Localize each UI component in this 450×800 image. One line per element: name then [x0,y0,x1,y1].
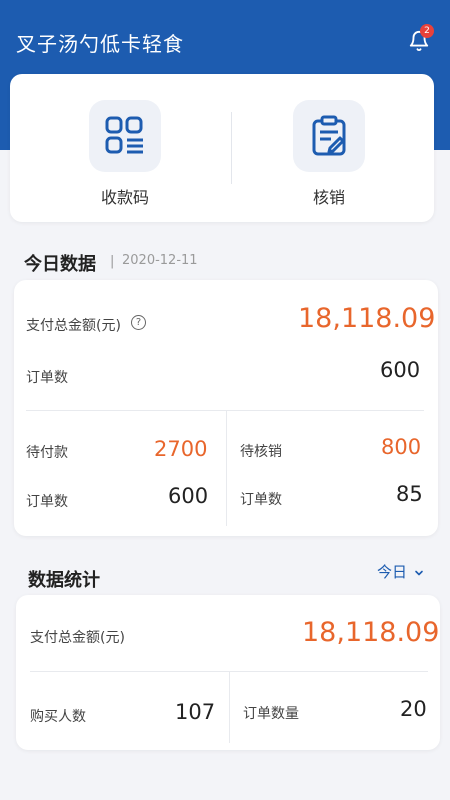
today-total-value: 18,118.09 [298,303,436,334]
today-total-label: 支付总金额(元) [26,318,121,334]
today-divider [26,410,424,411]
pending-pay-orders-label: 订单数 [26,494,68,510]
pending-verify-orders-value: 85 [396,482,423,506]
today-orders-label: 订单数 [26,370,68,386]
verify-button[interactable]: 核销 [274,100,384,210]
quick-actions-card: 收款码 核销 [10,74,434,222]
stats-orders-value: 20 [400,697,427,721]
stats-section-title: 数据统计 [28,570,100,591]
payment-code-button[interactable]: 收款码 [70,100,180,210]
today-section-title: 今日数据 [24,254,96,275]
pending-pay-label: 待付款 [26,445,68,461]
pending-pay-orders-value: 600 [168,484,209,508]
pending-verify-label: 待核销 [240,444,282,460]
stats-orders-label: 订单数量 [243,706,299,722]
stats-total-label: 支付总金额(元) [30,630,125,646]
period-dropdown[interactable]: 今日 [377,561,424,582]
section-separator: | [110,254,115,269]
payment-code-label: 收款码 [100,188,149,207]
help-icon[interactable]: ? [131,315,146,330]
clipboard-verify-icon [293,100,365,172]
stats-total-value: 18,118.09 [302,617,440,648]
notification-badge: 2 [420,24,434,38]
today-vertical-divider [226,410,227,526]
period-label: 今日 [377,563,408,581]
pending-verify-orders-label: 订单数 [240,492,282,508]
quick-divider [231,112,232,184]
pending-pay-value: 2700 [154,437,208,461]
pending-verify-value: 800 [381,435,422,459]
app-title: 叉子汤勺低卡轻食 [16,32,184,56]
verify-label: 核销 [312,188,345,207]
buyers-label: 购买人数 [30,709,86,725]
chevron-down-icon [414,564,424,582]
today-orders-value: 600 [380,358,421,382]
today-date: 2020-12-11 [122,253,198,268]
qr-code-icon [89,100,161,172]
stats-vertical-divider [229,671,230,743]
buyers-value: 107 [175,700,216,724]
